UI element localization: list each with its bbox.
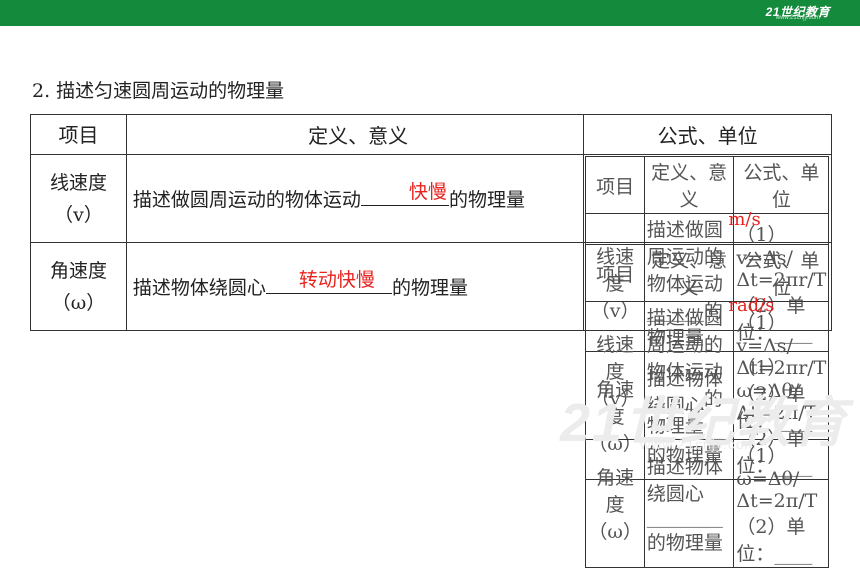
item-name: 线速度 [49,171,107,194]
definition-text-after: 的物理量 [448,189,525,211]
item-name: 角速度 [49,259,107,282]
mini-formula: （1）ω=Δθ/Δt=2π/T （2）单位：____ [733,439,830,568]
mini-header: 公式、单位 [733,156,830,214]
definition-cell: 描述物体绕圆心 的物理量 转动快慢 [125,242,585,331]
mini-formula-line: （1）v=Δs/Δt=2πr/T [736,312,827,379]
header-item: 项目 [30,114,127,155]
top-banner: 21世纪教育 www.21cnjy.com [0,0,860,26]
unit-answer: m/s [728,209,761,230]
table-header-row: 项目 定义、意义 公式、单位 [30,114,832,155]
mini-header: 公式、单位 [733,244,830,302]
mini-def: 描述物体绕圆心________的物理量 [643,439,735,568]
formula-cell: 项目 定义、意义 公式、单位 线速度（v） 描述做圆周运动的物体运动______… [583,242,832,568]
watermark-url: www.21cnjy.com [640,436,758,452]
unit-answer: rad/s [728,295,775,316]
header-formula: 公式、单位 [583,114,832,155]
answer-text: 转动快慢 [298,269,375,291]
item-cell: 角速度 （ω） [30,242,127,331]
formula-cell: 项目 定义、意义 公式、单位 线速度（v） 描述做圆周运动的物体运动______… [583,154,832,480]
table-row: 线速度 （v） 描述做圆周运动的物体运动 的物理量 快慢 项目 定义、意义 公式、… [30,154,832,480]
blank-line [265,293,392,294]
answer-text: 快慢 [408,181,447,203]
section-heading: 2. 描述匀速圆周运动的物理量 [32,80,285,102]
definition-text-before: 描述物体绕圆心 [132,277,266,299]
item-symbol: （v） [54,203,103,226]
mini-header: 项目 [585,244,645,302]
blank-line [360,205,449,206]
mini-formula-line: （2）单位：____ [736,516,813,565]
mini-header: 项目 [585,156,645,214]
header-definition: 定义、意义 [125,114,585,155]
definition-text-before: 描述做圆周运动的物体运动 [132,189,361,211]
brand-url: www.21cnjy.com [775,15,820,21]
definition-cell: 描述做圆周运动的物体运动 的物理量 快慢 [125,154,585,243]
mini-header: 定义、意义 [643,156,735,214]
table-row: 角速度 （ω） 描述物体绕圆心 的物理量 转动快慢 项目 定义、意义 公式、单位 … [30,242,832,568]
item-cell: 线速度 （v） [30,154,127,243]
mini-item: 角速度（ω） [585,439,645,568]
item-symbol: （ω） [51,291,106,314]
quantities-table: 项目 定义、意义 公式、单位 线速度 （v） 描述做圆周运动的物体运动 的物理量 … [30,114,832,568]
definition-text-after: 的物理量 [391,277,468,299]
mini-header: 定义、意义 [643,244,735,302]
